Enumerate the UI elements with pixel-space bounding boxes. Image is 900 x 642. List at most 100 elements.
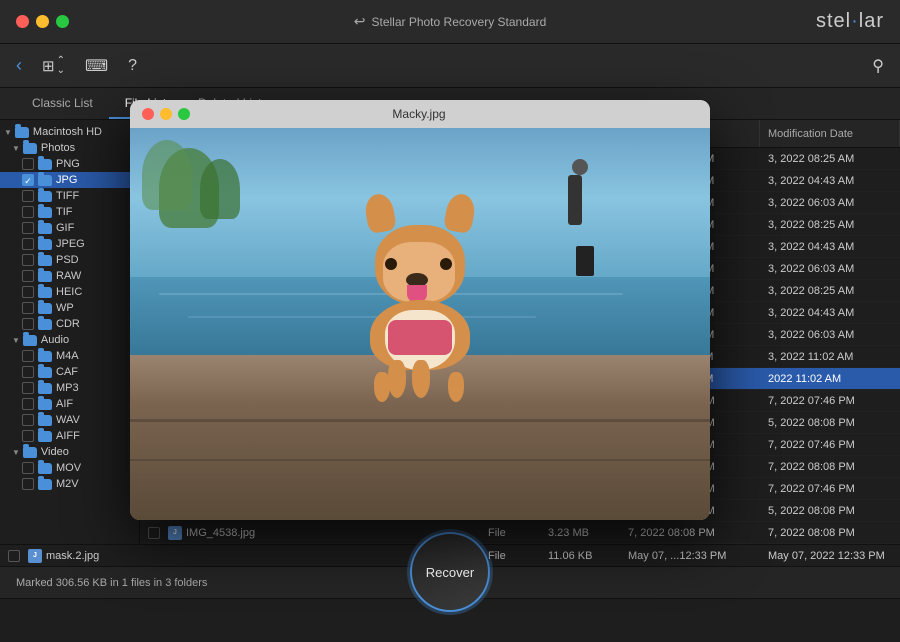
- sidebar-label-aiff: AIFF: [56, 430, 80, 442]
- help-icon[interactable]: ?: [128, 57, 137, 75]
- view-toggle[interactable]: ⊞ ⌃⌄: [42, 56, 65, 76]
- back-button[interactable]: ‹: [16, 55, 22, 76]
- checkbox-jpg[interactable]: [22, 174, 34, 186]
- sidebar-label-jpg: JPG: [56, 174, 77, 186]
- sidebar-item-audio[interactable]: ▼ Audio: [0, 332, 139, 348]
- sidebar-item-mp3[interactable]: MP3: [0, 380, 139, 396]
- chevron-down-icon: ▼: [12, 144, 20, 153]
- minimize-button[interactable]: [36, 15, 49, 28]
- sidebar-item-photos[interactable]: ▼ Photos: [0, 140, 139, 156]
- tab-classic-list[interactable]: Classic List: [16, 88, 109, 119]
- bg-person-body: [568, 175, 582, 225]
- folder-icon: [38, 255, 52, 266]
- sidebar-item-png[interactable]: PNG: [0, 156, 139, 172]
- file-icon: J: [28, 549, 42, 563]
- sidebar-label-cdr: CDR: [56, 318, 80, 330]
- preview-modal[interactable]: Macky.jpg: [130, 100, 710, 520]
- stone-line-2: [130, 459, 710, 461]
- col-header-modification[interactable]: Modification Date: [760, 120, 900, 147]
- checkbox-psd[interactable]: [22, 254, 34, 266]
- sidebar-label-raw: RAW: [56, 270, 81, 282]
- table-row[interactable]: J IMG_4538.jpg File 3.23 MB 7, 2022 08:0…: [140, 522, 900, 544]
- sidebar-label-macintosh-hd: Macintosh HD: [33, 126, 102, 138]
- corgi-eye-left: [385, 258, 397, 270]
- close-button[interactable]: [16, 15, 29, 28]
- sidebar-item-video[interactable]: ▼ Video: [0, 444, 139, 460]
- sidebar-label-video: Video: [41, 446, 69, 458]
- checkbox-aif[interactable]: [22, 398, 34, 410]
- titlebar-right: stel·lar: [816, 10, 884, 33]
- folder-icon: [23, 143, 37, 154]
- checkbox-png[interactable]: [22, 158, 34, 170]
- checkbox-wp[interactable]: [22, 302, 34, 314]
- last-creation-cell: May 07, ...12:33 PM: [620, 550, 760, 562]
- file-modification-cell: 2022 11:02 AM: [760, 373, 900, 385]
- checkbox-raw[interactable]: [22, 270, 34, 282]
- corgi-harness: [388, 320, 452, 355]
- file-type-cell: File: [480, 527, 540, 539]
- checkbox-caf[interactable]: [22, 366, 34, 378]
- corgi-eye-right: [440, 258, 452, 270]
- preview-filename: Macky.jpg: [196, 107, 642, 121]
- sidebar-item-jpeg[interactable]: JPEG: [0, 236, 139, 252]
- preview-minimize-button[interactable]: [160, 108, 172, 120]
- search-button[interactable]: ⚲: [872, 56, 884, 76]
- row-checkbox[interactable]: [148, 527, 160, 539]
- sidebar-item-wp[interactable]: WP: [0, 300, 139, 316]
- back-arrow-icon: ↩: [354, 13, 366, 30]
- sidebar-item-cdr[interactable]: CDR: [0, 316, 139, 332]
- sidebar-item-mov[interactable]: MOV: [0, 460, 139, 476]
- folder-icon: [38, 319, 52, 330]
- sidebar-item-psd[interactable]: PSD: [0, 252, 139, 268]
- status-text: Marked 306.56 KB in 1 files in 3 folders: [16, 577, 207, 589]
- preview-maximize-button[interactable]: [178, 108, 190, 120]
- checkbox-mov[interactable]: [22, 462, 34, 474]
- last-size-cell: 11.06 KB: [540, 550, 620, 562]
- chevron-up-down-icon: ⌃⌄: [57, 56, 65, 76]
- sidebar-label-tif: TIF: [56, 206, 73, 218]
- sidebar-item-jpg[interactable]: JPG: [0, 172, 139, 188]
- checkbox-wav[interactable]: [22, 414, 34, 426]
- sidebar-item-tiff[interactable]: TIFF: [0, 188, 139, 204]
- sidebar-label-tiff: TIFF: [56, 190, 79, 202]
- folder-icon: [38, 175, 52, 186]
- sidebar-item-aiff[interactable]: AIFF: [0, 428, 139, 444]
- checkbox-mp3[interactable]: [22, 382, 34, 394]
- checkbox-heic[interactable]: [22, 286, 34, 298]
- corgi-image: [130, 128, 710, 520]
- sidebar-item-gif[interactable]: GIF: [0, 220, 139, 236]
- file-modification-cell: 5, 2022 08:08 PM: [760, 417, 900, 429]
- preview-close-button[interactable]: [142, 108, 154, 120]
- folder-icon: [38, 351, 52, 362]
- file-modification-cell: 3, 2022 06:03 AM: [760, 329, 900, 341]
- sidebar-item-wav[interactable]: WAV: [0, 412, 139, 428]
- checkbox-jpeg[interactable]: [22, 238, 34, 250]
- tool-icon[interactable]: ⌨: [85, 56, 108, 76]
- checkbox-aiff[interactable]: [22, 430, 34, 442]
- sidebar-item-aif[interactable]: AIF: [0, 396, 139, 412]
- checkbox-tif[interactable]: [22, 206, 34, 218]
- checkbox-cdr[interactable]: [22, 318, 34, 330]
- sidebar-label-m4a: M4A: [56, 350, 79, 362]
- checkbox-m4a[interactable]: [22, 350, 34, 362]
- chevron-down-icon: ▼: [12, 336, 20, 345]
- sidebar-item-m2v[interactable]: M2V: [0, 476, 139, 492]
- folder-icon: [15, 127, 29, 138]
- sidebar-item-tif[interactable]: TIF: [0, 204, 139, 220]
- maximize-button[interactable]: [56, 15, 69, 28]
- file-modification-cell: 5, 2022 08:08 PM: [760, 505, 900, 517]
- file-modification-cell: 3, 2022 08:25 AM: [760, 219, 900, 231]
- sidebar-item-macintosh-hd[interactable]: ▼ Macintosh HD: [0, 124, 139, 140]
- checkbox-gif[interactable]: [22, 222, 34, 234]
- sidebar-item-m4a[interactable]: M4A: [0, 348, 139, 364]
- corgi: [350, 230, 490, 410]
- sidebar-item-heic[interactable]: HEIC: [0, 284, 139, 300]
- checkbox-m2v[interactable]: [22, 478, 34, 490]
- sidebar-item-caf[interactable]: CAF: [0, 364, 139, 380]
- checkbox-tiff[interactable]: [22, 190, 34, 202]
- sidebar-item-raw[interactable]: RAW: [0, 268, 139, 284]
- file-modification-cell: 3, 2022 04:43 AM: [760, 241, 900, 253]
- sidebar-label-mp3: MP3: [56, 382, 79, 394]
- row-checkbox[interactable]: [8, 550, 20, 562]
- recover-button[interactable]: Recover: [410, 532, 490, 612]
